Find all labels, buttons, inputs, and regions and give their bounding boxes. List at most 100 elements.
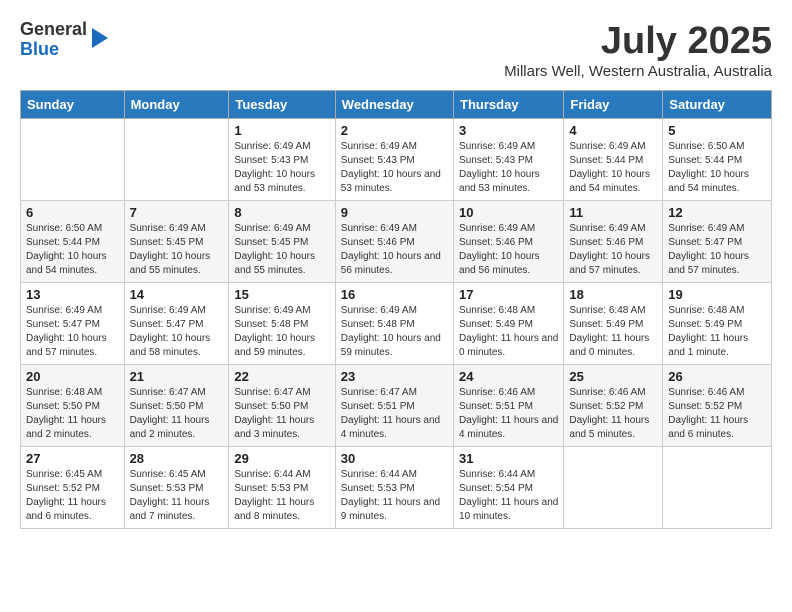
day-number: 8 bbox=[234, 205, 329, 220]
calendar-week-row: 20 Sunrise: 6:48 AMSunset: 5:50 PMDaylig… bbox=[21, 365, 772, 447]
day-number: 12 bbox=[668, 205, 766, 220]
day-number: 16 bbox=[341, 287, 448, 302]
table-row: 16 Sunrise: 6:49 AMSunset: 5:48 PMDaylig… bbox=[335, 283, 453, 365]
day-info: Sunrise: 6:49 AMSunset: 5:44 PMDaylight:… bbox=[569, 140, 657, 196]
col-sunday: Sunday bbox=[21, 91, 125, 119]
calendar-week-row: 6 Sunrise: 6:50 AMSunset: 5:44 PMDayligh… bbox=[21, 201, 772, 283]
day-info: Sunrise: 6:46 AMSunset: 5:52 PMDaylight:… bbox=[668, 386, 766, 442]
day-number: 4 bbox=[569, 123, 657, 138]
table-row: 21 Sunrise: 6:47 AMSunset: 5:50 PMDaylig… bbox=[124, 365, 229, 447]
day-number: 22 bbox=[234, 369, 329, 384]
day-info: Sunrise: 6:46 AMSunset: 5:51 PMDaylight:… bbox=[459, 386, 558, 442]
table-row: 28 Sunrise: 6:45 AMSunset: 5:53 PMDaylig… bbox=[124, 447, 229, 529]
day-info: Sunrise: 6:49 AMSunset: 5:47 PMDaylight:… bbox=[668, 222, 766, 278]
day-info: Sunrise: 6:48 AMSunset: 5:49 PMDaylight:… bbox=[569, 304, 657, 360]
table-row: 25 Sunrise: 6:46 AMSunset: 5:52 PMDaylig… bbox=[564, 365, 663, 447]
page-title: July 2025 bbox=[504, 20, 772, 63]
day-number: 19 bbox=[668, 287, 766, 302]
table-row bbox=[124, 119, 229, 201]
table-row: 15 Sunrise: 6:49 AMSunset: 5:48 PMDaylig… bbox=[229, 283, 335, 365]
day-info: Sunrise: 6:49 AMSunset: 5:47 PMDaylight:… bbox=[26, 304, 119, 360]
day-number: 11 bbox=[569, 205, 657, 220]
day-info: Sunrise: 6:49 AMSunset: 5:48 PMDaylight:… bbox=[341, 304, 448, 360]
table-row: 11 Sunrise: 6:49 AMSunset: 5:46 PMDaylig… bbox=[564, 201, 663, 283]
day-number: 27 bbox=[26, 451, 119, 466]
day-number: 23 bbox=[341, 369, 448, 384]
day-number: 7 bbox=[130, 205, 224, 220]
day-info: Sunrise: 6:49 AMSunset: 5:47 PMDaylight:… bbox=[130, 304, 224, 360]
day-info: Sunrise: 6:47 AMSunset: 5:51 PMDaylight:… bbox=[341, 386, 448, 442]
day-info: Sunrise: 6:49 AMSunset: 5:46 PMDaylight:… bbox=[459, 222, 558, 278]
table-row: 29 Sunrise: 6:44 AMSunset: 5:53 PMDaylig… bbox=[229, 447, 335, 529]
logo-general: General bbox=[20, 19, 87, 39]
day-info: Sunrise: 6:44 AMSunset: 5:53 PMDaylight:… bbox=[341, 468, 448, 524]
table-row: 3 Sunrise: 6:49 AMSunset: 5:43 PMDayligh… bbox=[454, 119, 564, 201]
table-row bbox=[663, 447, 772, 529]
day-number: 17 bbox=[459, 287, 558, 302]
table-row bbox=[564, 447, 663, 529]
table-row bbox=[21, 119, 125, 201]
logo: General Blue bbox=[20, 20, 108, 60]
table-row: 17 Sunrise: 6:48 AMSunset: 5:49 PMDaylig… bbox=[454, 283, 564, 365]
table-row: 2 Sunrise: 6:49 AMSunset: 5:43 PMDayligh… bbox=[335, 119, 453, 201]
day-number: 14 bbox=[130, 287, 224, 302]
table-row: 10 Sunrise: 6:49 AMSunset: 5:46 PMDaylig… bbox=[454, 201, 564, 283]
col-friday: Friday bbox=[564, 91, 663, 119]
day-number: 30 bbox=[341, 451, 448, 466]
table-row: 6 Sunrise: 6:50 AMSunset: 5:44 PMDayligh… bbox=[21, 201, 125, 283]
day-info: Sunrise: 6:46 AMSunset: 5:52 PMDaylight:… bbox=[569, 386, 657, 442]
day-info: Sunrise: 6:49 AMSunset: 5:46 PMDaylight:… bbox=[341, 222, 448, 278]
col-thursday: Thursday bbox=[454, 91, 564, 119]
table-row: 9 Sunrise: 6:49 AMSunset: 5:46 PMDayligh… bbox=[335, 201, 453, 283]
day-info: Sunrise: 6:47 AMSunset: 5:50 PMDaylight:… bbox=[130, 386, 224, 442]
day-number: 15 bbox=[234, 287, 329, 302]
day-info: Sunrise: 6:44 AMSunset: 5:53 PMDaylight:… bbox=[234, 468, 329, 524]
day-number: 25 bbox=[569, 369, 657, 384]
col-saturday: Saturday bbox=[663, 91, 772, 119]
day-info: Sunrise: 6:48 AMSunset: 5:50 PMDaylight:… bbox=[26, 386, 119, 442]
calendar-week-row: 27 Sunrise: 6:45 AMSunset: 5:52 PMDaylig… bbox=[21, 447, 772, 529]
table-row: 19 Sunrise: 6:48 AMSunset: 5:49 PMDaylig… bbox=[663, 283, 772, 365]
day-number: 6 bbox=[26, 205, 119, 220]
calendar-week-row: 1 Sunrise: 6:49 AMSunset: 5:43 PMDayligh… bbox=[21, 119, 772, 201]
table-row: 4 Sunrise: 6:49 AMSunset: 5:44 PMDayligh… bbox=[564, 119, 663, 201]
day-number: 9 bbox=[341, 205, 448, 220]
day-number: 20 bbox=[26, 369, 119, 384]
table-row: 13 Sunrise: 6:49 AMSunset: 5:47 PMDaylig… bbox=[21, 283, 125, 365]
day-number: 5 bbox=[668, 123, 766, 138]
day-info: Sunrise: 6:47 AMSunset: 5:50 PMDaylight:… bbox=[234, 386, 329, 442]
table-row: 14 Sunrise: 6:49 AMSunset: 5:47 PMDaylig… bbox=[124, 283, 229, 365]
day-info: Sunrise: 6:45 AMSunset: 5:53 PMDaylight:… bbox=[130, 468, 224, 524]
table-row: 12 Sunrise: 6:49 AMSunset: 5:47 PMDaylig… bbox=[663, 201, 772, 283]
table-row: 30 Sunrise: 6:44 AMSunset: 5:53 PMDaylig… bbox=[335, 447, 453, 529]
day-number: 26 bbox=[668, 369, 766, 384]
day-info: Sunrise: 6:49 AMSunset: 5:46 PMDaylight:… bbox=[569, 222, 657, 278]
calendar-week-row: 13 Sunrise: 6:49 AMSunset: 5:47 PMDaylig… bbox=[21, 283, 772, 365]
day-info: Sunrise: 6:44 AMSunset: 5:54 PMDaylight:… bbox=[459, 468, 558, 524]
calendar-header-row: Sunday Monday Tuesday Wednesday Thursday… bbox=[21, 91, 772, 119]
col-monday: Monday bbox=[124, 91, 229, 119]
title-area: July 2025 Millars Well, Western Australi… bbox=[504, 20, 772, 80]
calendar-table: Sunday Monday Tuesday Wednesday Thursday… bbox=[20, 90, 772, 529]
day-number: 10 bbox=[459, 205, 558, 220]
day-number: 29 bbox=[234, 451, 329, 466]
day-info: Sunrise: 6:49 AMSunset: 5:48 PMDaylight:… bbox=[234, 304, 329, 360]
day-info: Sunrise: 6:50 AMSunset: 5:44 PMDaylight:… bbox=[668, 140, 766, 196]
day-info: Sunrise: 6:45 AMSunset: 5:52 PMDaylight:… bbox=[26, 468, 119, 524]
day-info: Sunrise: 6:49 AMSunset: 5:45 PMDaylight:… bbox=[130, 222, 224, 278]
day-number: 21 bbox=[130, 369, 224, 384]
day-number: 24 bbox=[459, 369, 558, 384]
day-number: 28 bbox=[130, 451, 224, 466]
col-tuesday: Tuesday bbox=[229, 91, 335, 119]
day-number: 13 bbox=[26, 287, 119, 302]
day-number: 3 bbox=[459, 123, 558, 138]
table-row: 24 Sunrise: 6:46 AMSunset: 5:51 PMDaylig… bbox=[454, 365, 564, 447]
day-info: Sunrise: 6:50 AMSunset: 5:44 PMDaylight:… bbox=[26, 222, 119, 278]
day-info: Sunrise: 6:48 AMSunset: 5:49 PMDaylight:… bbox=[668, 304, 766, 360]
table-row: 23 Sunrise: 6:47 AMSunset: 5:51 PMDaylig… bbox=[335, 365, 453, 447]
day-info: Sunrise: 6:49 AMSunset: 5:45 PMDaylight:… bbox=[234, 222, 329, 278]
table-row: 22 Sunrise: 6:47 AMSunset: 5:50 PMDaylig… bbox=[229, 365, 335, 447]
day-info: Sunrise: 6:48 AMSunset: 5:49 PMDaylight:… bbox=[459, 304, 558, 360]
header: General Blue July 2025 Millars Well, Wes… bbox=[20, 20, 772, 80]
logo-blue: Blue bbox=[20, 39, 59, 59]
